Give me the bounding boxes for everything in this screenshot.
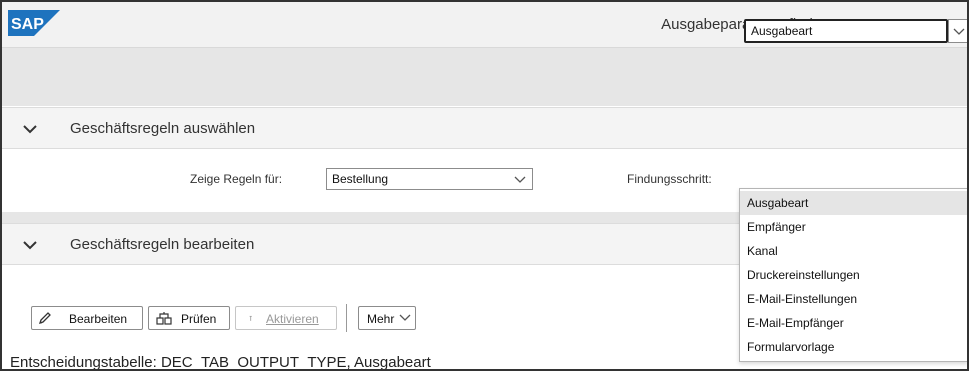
dropdown-option-empfaenger[interactable]: Empfänger [740,215,967,239]
edit-label: Bearbeiten [69,312,128,326]
show-rules-select[interactable]: Bestellung [326,168,533,190]
dropdown-arrow-icon [514,176,526,183]
step-label: Findungsschritt: [627,172,712,186]
dropdown-arrow-icon [953,28,965,35]
step-dropdown-list: Ausgabeart Empfänger Kanal Druckereinste… [739,188,967,362]
section-title: Geschäftsregeln bearbeiten [70,236,255,253]
more-label: Mehr [367,312,395,326]
check-button[interactable]: Prüfen [148,306,230,330]
pencil-icon [38,312,51,325]
step-select[interactable]: Ausgabeart [744,19,948,43]
dropdown-option-kanal[interactable]: Kanal [740,239,967,263]
section-select-rules-header[interactable]: Geschäftsregeln auswählen [2,107,967,149]
dropdown-option-druckereinstellungen[interactable]: Druckereinstellungen [740,263,967,287]
edit-button[interactable]: Bearbeiten [31,306,143,330]
activate-button[interactable]: Aktivieren [235,306,337,330]
show-rules-label: Zeige Regeln für: [190,172,283,186]
more-button[interactable]: Mehr [358,306,416,330]
dropdown-option-email-einstellungen[interactable]: E-Mail-Einstellungen [740,287,967,311]
dropdown-option-formularvorlage[interactable]: Formularvorlage [740,335,967,359]
dropdown-option-ausgabeart[interactable]: Ausgabeart [740,191,967,215]
activate-icon [249,315,252,321]
chevron-down-icon[interactable] [22,121,38,137]
activate-label: Aktivieren [266,312,319,326]
dropdown-option-email-empfaenger[interactable]: E-Mail-Empfänger [740,311,967,335]
toolbar-separator [346,304,347,332]
chevron-down-icon [399,314,411,321]
section-title: Geschäftsregeln auswählen [70,120,256,137]
check-rules-icon [156,312,172,325]
step-select-toggle[interactable] [948,19,967,43]
check-label: Prüfen [181,312,217,326]
show-rules-value: Bestellung [332,172,389,186]
chevron-down-icon[interactable] [22,237,38,253]
step-value: Ausgabeart [751,24,813,38]
app-window: SAP Ausgabeparameterfindung Geschäftsreg… [0,0,969,371]
subheader-band [2,48,967,106]
decision-table-title: Entscheidungstabelle: DEC_TAB_OUTPUT_TYP… [10,354,431,371]
